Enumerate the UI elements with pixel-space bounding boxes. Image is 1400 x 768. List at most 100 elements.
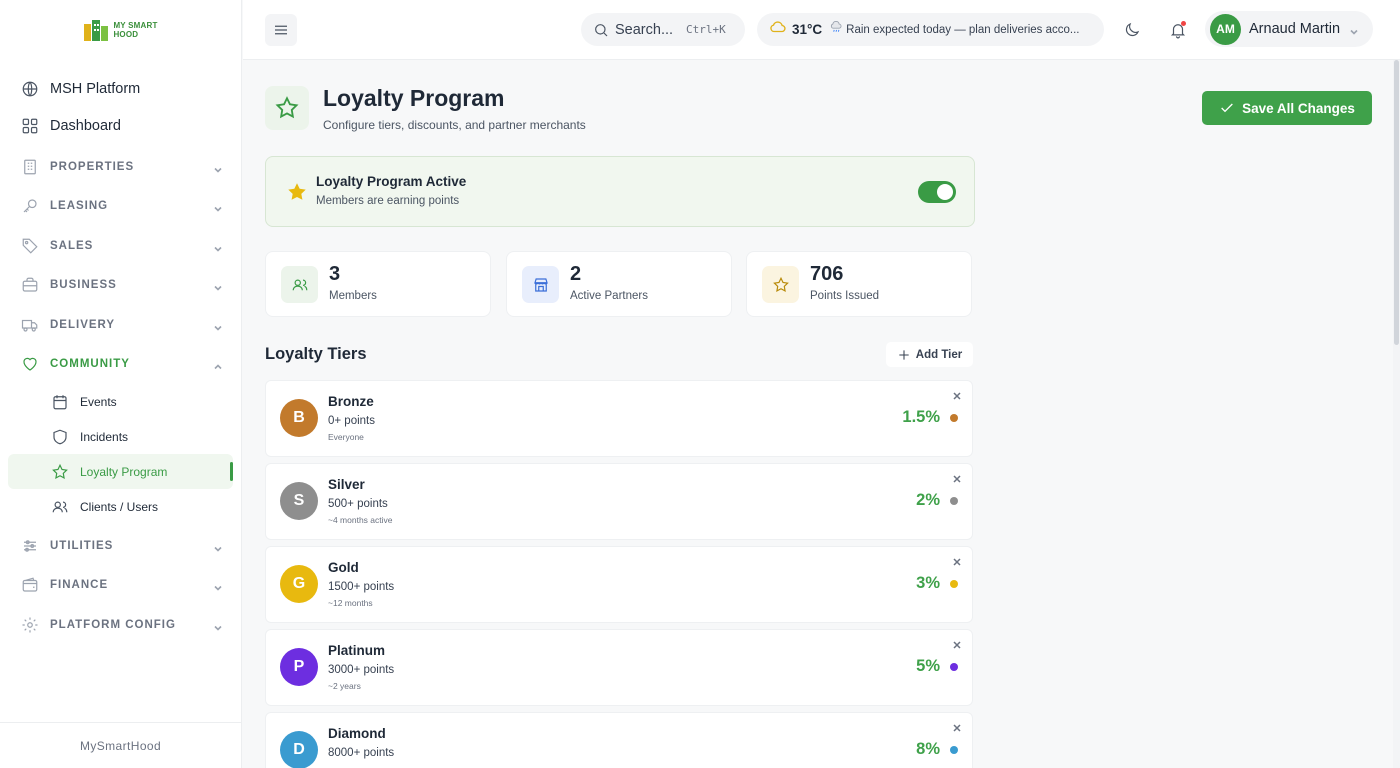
- stat-value: 706: [810, 263, 844, 285]
- sidebar-item-dashboard[interactable]: Dashboard: [0, 107, 241, 144]
- main-scrollbar[interactable]: [1393, 60, 1400, 768]
- stat-label: Members: [329, 290, 377, 302]
- tier-note: ~2 years: [328, 681, 361, 691]
- stat-card-members: 3 Members: [265, 251, 491, 317]
- sidebar-section-label: BUSINESS: [50, 279, 117, 292]
- sidebar-section-sales[interactable]: SALES: [0, 226, 241, 266]
- sidebar-item-clients-users[interactable]: Clients / Users: [8, 489, 233, 524]
- sidebar-section-properties[interactable]: PROPERTIES: [0, 147, 241, 187]
- tier-color-dot: [950, 497, 958, 505]
- sidebar-item-label: Dashboard: [50, 117, 121, 134]
- sidebar-item-incidents[interactable]: Incidents: [8, 419, 233, 454]
- sidebar-item-label: MSH Platform: [50, 80, 141, 97]
- search-input[interactable]: Search... Ctrl+K: [581, 13, 745, 46]
- tier-card-gold[interactable]: G Gold 1500+ points ~12 months 3%: [265, 546, 973, 623]
- page-star-icon: [265, 86, 309, 130]
- sidebar-item-loyalty-program[interactable]: Loyalty Program: [8, 454, 233, 489]
- tier-badge: P: [280, 648, 318, 686]
- sidebar-section-label: SALES: [50, 239, 94, 252]
- loyalty-active-toggle[interactable]: [918, 181, 956, 203]
- status-subtitle: Members are earning points: [316, 195, 460, 207]
- cloud-icon: [769, 18, 787, 41]
- page-subtitle: Configure tiers, discounts, and partner …: [323, 118, 586, 132]
- sliders-icon: [20, 536, 40, 556]
- tier-badge: B: [280, 399, 318, 437]
- tier-card-bronze[interactable]: B Bronze 0+ points Everyone 1.5%: [265, 380, 973, 457]
- tier-discount: 5%: [916, 657, 940, 675]
- star-filled-icon: [288, 183, 306, 200]
- sidebar-section-label: FINANCE: [50, 579, 109, 592]
- chevron-down-icon: [213, 620, 223, 631]
- chevron-up-icon: [213, 359, 223, 370]
- add-tier-button[interactable]: Add Tier: [886, 342, 973, 367]
- sidebar-section-label: PLATFORM CONFIG: [50, 618, 176, 631]
- chevron-down-icon: [213, 320, 223, 331]
- stat-value: 2: [570, 263, 582, 285]
- moon-icon: [1125, 22, 1140, 37]
- stat-label: Points Issued: [810, 290, 880, 302]
- sidebar-section-leasing[interactable]: LEASING: [0, 187, 241, 227]
- sidebar-footer: MySmartHood: [0, 722, 241, 768]
- sidebar-section-label: PROPERTIES: [50, 160, 135, 173]
- check-icon: [1221, 103, 1233, 113]
- sidebar-item-events[interactable]: Events: [8, 384, 233, 419]
- chevron-down-icon: [213, 241, 223, 252]
- plus-icon: [899, 349, 909, 360]
- user-menu[interactable]: AM Arnaud Martin: [1205, 11, 1373, 47]
- stat-label: Active Partners: [570, 290, 648, 302]
- toggle-knob: [937, 184, 953, 200]
- tag-icon: [20, 236, 40, 256]
- rain-cloud-icon: [829, 20, 843, 39]
- menu-toggle-button[interactable]: [265, 14, 297, 46]
- topbar: Search... Ctrl+K 31°C Rain expected toda…: [243, 0, 1400, 60]
- sidebar-section-finance[interactable]: FINANCE: [0, 566, 241, 606]
- sidebar-item-msh-platform[interactable]: MSH Platform: [0, 70, 241, 107]
- remove-tier-button[interactable]: [952, 720, 962, 732]
- theme-toggle-button[interactable]: [1115, 13, 1149, 47]
- wallet-icon: [20, 575, 40, 595]
- key-icon: [20, 196, 40, 216]
- tier-badge: S: [280, 482, 318, 520]
- star-icon: [762, 266, 799, 303]
- remove-tier-button[interactable]: [952, 388, 962, 400]
- briefcase-icon: [20, 275, 40, 295]
- logo-mark-icon: [83, 18, 109, 42]
- tier-points: 500+ points: [328, 498, 388, 510]
- tier-discount: 2%: [916, 491, 940, 509]
- sidebar-nav: MSH Platform Dashboard PROPERTIES LEASIN…: [0, 60, 241, 645]
- sidebar-section-platform-config[interactable]: PLATFORM CONFIG: [0, 605, 241, 645]
- loyalty-status-card: Loyalty Program Active Members are earni…: [265, 156, 975, 227]
- avatar: AM: [1210, 13, 1241, 45]
- tier-card-silver[interactable]: S Silver 500+ points ~4 months active 2%: [265, 463, 973, 540]
- weather-widget[interactable]: 31°C Rain expected today — plan deliveri…: [757, 13, 1104, 46]
- remove-tier-button[interactable]: [952, 471, 962, 483]
- notifications-button[interactable]: [1161, 13, 1195, 47]
- save-all-changes-button[interactable]: Save All Changes: [1202, 91, 1372, 125]
- chevron-down-icon: [1349, 24, 1359, 35]
- tier-note: ~4 months active: [328, 515, 393, 525]
- tier-note: ~12 months: [328, 598, 373, 608]
- scrollbar-thumb[interactable]: [1394, 60, 1399, 345]
- close-icon: [953, 641, 961, 649]
- tier-card-diamond[interactable]: D Diamond 8000+ points 8%: [265, 712, 973, 768]
- calendar-icon: [50, 392, 70, 412]
- remove-tier-button[interactable]: [952, 554, 962, 566]
- tier-points: 8000+ points: [328, 747, 395, 759]
- building-icon: [20, 157, 40, 177]
- close-icon: [953, 558, 961, 566]
- sidebar-section-business[interactable]: BUSINESS: [0, 266, 241, 306]
- sidebar-section-community[interactable]: COMMUNITY: [0, 345, 241, 385]
- close-icon: [953, 475, 961, 483]
- sidebar-item-label: Loyalty Program: [80, 464, 168, 479]
- search-icon: [595, 23, 608, 36]
- store-icon: [522, 266, 559, 303]
- remove-tier-button[interactable]: [952, 637, 962, 649]
- truck-icon: [20, 315, 40, 335]
- weather-temperature: 31°C: [792, 22, 823, 37]
- sidebar-section-delivery[interactable]: DELIVERY: [0, 305, 241, 345]
- tier-card-platinum[interactable]: P Platinum 3000+ points ~2 years 5%: [265, 629, 973, 706]
- hamburger-icon: [275, 25, 287, 35]
- logo[interactable]: MY SMART HOOD: [0, 0, 241, 60]
- sidebar-section-utilities[interactable]: UTILITIES: [0, 526, 241, 566]
- tier-points: 3000+ points: [328, 664, 395, 676]
